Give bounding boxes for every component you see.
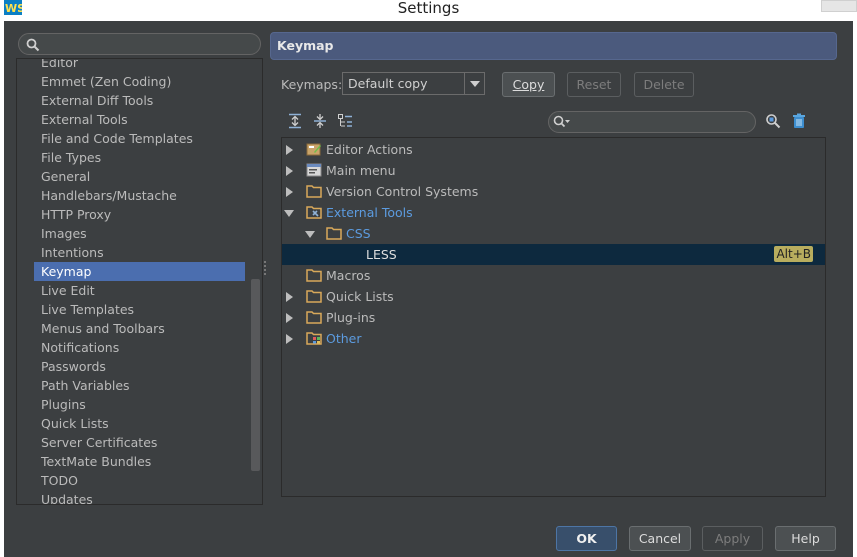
panel-header: Keymap — [270, 32, 837, 60]
tree-label: Plug-ins — [326, 310, 376, 325]
folder-icon — [306, 290, 322, 303]
tree-row-other[interactable]: Other — [282, 328, 825, 349]
tree-row-external-tools[interactable]: External Tools — [282, 202, 825, 223]
settings-item-todo[interactable]: TODO — [17, 471, 249, 490]
chevron-down-icon[interactable] — [464, 73, 484, 94]
keymap-filter-input[interactable] — [573, 114, 749, 130]
reset-button[interactable]: Reset — [567, 72, 621, 97]
settings-item-handlebars[interactable]: Handlebars/Mustache — [17, 186, 249, 205]
settings-tree: Editor Emmet (Zen Coding) External Diff … — [16, 58, 263, 505]
folder-icon — [306, 311, 322, 324]
find-shortcut-icon[interactable] — [765, 113, 781, 129]
panel-title: Keymap — [277, 38, 334, 53]
tree-row-version-control-systems[interactable]: Version Control Systems — [282, 181, 825, 202]
settings-item-http-proxy[interactable]: HTTP Proxy — [17, 205, 249, 224]
pane-splitter-handle[interactable] — [263, 259, 267, 279]
tree-row-editor-actions[interactable]: Editor Actions — [282, 139, 825, 160]
settings-item-intentions[interactable]: Intentions — [17, 243, 249, 262]
settings-item-path-variables[interactable]: Path Variables — [17, 376, 249, 395]
settings-item-live-edit[interactable]: Live Edit — [17, 281, 249, 300]
window-title: Settings — [397, 0, 460, 17]
group-icon[interactable] — [337, 113, 353, 129]
settings-item-emmet[interactable]: Emmet (Zen Coding) — [17, 72, 249, 91]
settings-item-images[interactable]: Images — [17, 224, 249, 243]
folder-icon — [306, 185, 322, 198]
tree-label: External Tools — [326, 205, 413, 220]
expand-arrow-icon[interactable] — [286, 166, 293, 176]
tree-label: Version Control Systems — [326, 184, 479, 199]
expand-arrow-icon[interactable] — [286, 334, 293, 344]
tree-label: Editor Actions — [326, 142, 413, 157]
cancel-button[interactable]: Cancel — [629, 526, 691, 551]
tree-row-macros[interactable]: Macros — [282, 265, 825, 286]
tree-row-plug-ins[interactable]: Plug-ins — [282, 307, 825, 328]
tree-label: LESS — [366, 247, 397, 262]
settings-item-file-and-code-templates[interactable]: File and Code Templates — [17, 129, 249, 148]
settings-item-external-diff-tools[interactable]: External Diff Tools — [17, 91, 249, 110]
copy-button[interactable]: Copy — [502, 72, 555, 97]
collapse-all-icon[interactable] — [312, 113, 328, 129]
keymaps-label: Keymaps: — [281, 77, 343, 92]
main-menu-icon — [306, 163, 322, 177]
clear-icon[interactable] — [791, 113, 807, 129]
window-close-button[interactable] — [821, 0, 857, 12]
apply-button[interactable]: Apply — [702, 526, 763, 551]
keymap-select[interactable]: Default copy — [342, 72, 485, 95]
title-bar: WS Settings — [0, 0, 857, 20]
collapse-arrow-icon[interactable] — [284, 210, 294, 217]
tree-row-quick-lists[interactable]: Quick Lists — [282, 286, 825, 307]
tree-row-less[interactable]: LESS Alt+B — [282, 244, 825, 265]
settings-dialog: Editor Emmet (Zen Coding) External Diff … — [4, 21, 853, 557]
settings-item-passwords[interactable]: Passwords — [17, 357, 249, 376]
keymap-select-value: Default copy — [348, 76, 428, 91]
settings-item-server-certificates[interactable]: Server Certificates — [17, 433, 249, 452]
tree-label: Quick Lists — [326, 289, 394, 304]
settings-item-notifications[interactable]: Notifications — [17, 338, 249, 357]
folder-icon — [306, 269, 322, 282]
folder-icon — [326, 227, 342, 240]
settings-item-keymap[interactable]: Keymap — [34, 262, 245, 281]
expand-arrow-icon[interactable] — [286, 187, 293, 197]
expand-arrow-icon[interactable] — [286, 292, 293, 302]
search-icon — [553, 115, 570, 128]
settings-item-textmate-bundles[interactable]: TextMate Bundles — [17, 452, 249, 471]
external-tools-icon — [306, 206, 322, 219]
settings-search-input[interactable] — [45, 36, 255, 52]
keymap-filter[interactable] — [548, 111, 756, 133]
settings-item-file-types[interactable]: File Types — [17, 148, 249, 167]
delete-button[interactable]: Delete — [634, 72, 694, 97]
expand-arrow-icon[interactable] — [286, 145, 293, 155]
settings-item-menus-and-toolbars[interactable]: Menus and Toolbars — [17, 319, 249, 338]
help-button[interactable]: Help — [775, 526, 836, 551]
tree-label: Main menu — [326, 163, 396, 178]
shortcut-badge: Alt+B — [774, 246, 813, 262]
keymap-tree: Editor Actions Main menu Version Control… — [281, 137, 826, 497]
settings-item-editor[interactable]: Editor — [17, 59, 249, 72]
collapse-arrow-icon[interactable] — [305, 231, 315, 238]
settings-item-quick-lists[interactable]: Quick Lists — [17, 414, 249, 433]
settings-list: Editor Emmet (Zen Coding) External Diff … — [17, 59, 249, 504]
settings-item-general[interactable]: General — [17, 167, 249, 186]
ok-button[interactable]: OK — [556, 526, 617, 551]
expand-all-icon[interactable] — [287, 113, 303, 129]
tree-label: Macros — [326, 268, 371, 283]
settings-item-live-templates[interactable]: Live Templates — [17, 300, 249, 319]
settings-search[interactable] — [18, 33, 261, 55]
tree-row-main-menu[interactable]: Main menu — [282, 160, 825, 181]
settings-item-updates[interactable]: Updates — [17, 490, 249, 504]
tree-label: CSS — [346, 226, 371, 241]
settings-item-external-tools[interactable]: External Tools — [17, 110, 249, 129]
expand-arrow-icon[interactable] — [286, 313, 293, 323]
search-icon — [26, 38, 40, 52]
settings-item-plugins[interactable]: Plugins — [17, 395, 249, 414]
tree-row-css[interactable]: CSS — [282, 223, 825, 244]
settings-tree-scrollbar[interactable] — [251, 279, 260, 471]
tree-label: Other — [326, 331, 362, 346]
editor-actions-icon — [306, 143, 321, 156]
other-icon — [306, 332, 322, 345]
